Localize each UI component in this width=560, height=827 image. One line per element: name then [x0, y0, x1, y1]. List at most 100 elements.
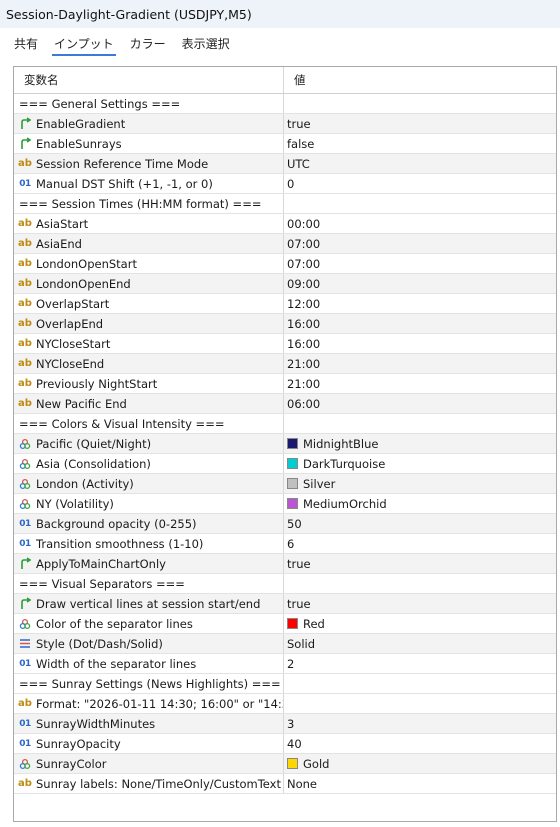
- input-value[interactable]: DarkTurquoise: [303, 457, 385, 471]
- input-row[interactable]: ab LondonOpenStart 07:00: [14, 254, 556, 274]
- value-cell[interactable]: MediumOrchid: [284, 494, 556, 513]
- input-row[interactable]: ab Previously NightStart 21:00: [14, 374, 556, 394]
- value-cell[interactable]: 09:00: [284, 274, 556, 293]
- input-value[interactable]: 09:00: [287, 277, 320, 291]
- input-row[interactable]: London (Activity) Silver: [14, 474, 556, 494]
- input-value[interactable]: 07:00: [287, 257, 320, 271]
- value-cell[interactable]: 07:00: [284, 254, 556, 273]
- color-swatch[interactable]: [287, 478, 298, 489]
- input-row[interactable]: ab Format: "2026-01-11 14:30; 16:00" or "…: [14, 694, 556, 714]
- color-swatch[interactable]: [287, 618, 298, 629]
- value-cell[interactable]: 16:00: [284, 314, 556, 333]
- value-cell[interactable]: 06:00: [284, 394, 556, 413]
- value-cell[interactable]: true: [284, 554, 556, 573]
- input-value[interactable]: 3: [287, 717, 294, 731]
- input-value[interactable]: None: [287, 777, 317, 791]
- input-value[interactable]: MidnightBlue: [303, 437, 378, 451]
- input-value[interactable]: Solid: [287, 637, 315, 651]
- input-value[interactable]: 16:00: [287, 317, 320, 331]
- tab-colors[interactable]: カラー: [128, 35, 168, 56]
- value-cell[interactable]: None: [284, 774, 556, 793]
- input-row[interactable]: ab New Pacific End 06:00: [14, 394, 556, 414]
- value-cell[interactable]: 07:00: [284, 234, 556, 253]
- input-row[interactable]: Style (Dot/Dash/Solid) Solid: [14, 634, 556, 654]
- column-header-value[interactable]: 値: [284, 67, 556, 93]
- value-cell[interactable]: [284, 694, 556, 713]
- value-cell[interactable]: MidnightBlue: [284, 434, 556, 453]
- input-value[interactable]: 07:00: [287, 237, 320, 251]
- input-value[interactable]: 40: [287, 737, 302, 751]
- input-row[interactable]: NY (Volatility) MediumOrchid: [14, 494, 556, 514]
- value-cell[interactable]: true: [284, 114, 556, 133]
- input-row[interactable]: Asia (Consolidation) DarkTurquoise: [14, 454, 556, 474]
- input-value[interactable]: MediumOrchid: [303, 497, 387, 511]
- value-cell[interactable]: 2: [284, 654, 556, 673]
- input-value[interactable]: 50: [287, 517, 302, 531]
- value-cell[interactable]: 16:00: [284, 334, 556, 353]
- color-swatch[interactable]: [287, 758, 298, 769]
- input-row[interactable]: ab AsiaStart 00:00: [14, 214, 556, 234]
- input-value[interactable]: true: [287, 557, 311, 571]
- value-cell[interactable]: DarkTurquoise: [284, 454, 556, 473]
- tab-share[interactable]: 共有: [12, 35, 40, 56]
- input-row[interactable]: EnableSunrays false: [14, 134, 556, 154]
- value-cell[interactable]: 40: [284, 734, 556, 753]
- input-value[interactable]: Gold: [303, 757, 329, 771]
- input-value[interactable]: 2: [287, 657, 294, 671]
- value-cell[interactable]: 0: [284, 174, 556, 193]
- color-swatch[interactable]: [287, 458, 298, 469]
- value-cell[interactable]: false: [284, 134, 556, 153]
- input-value[interactable]: UTC: [287, 157, 310, 171]
- input-row[interactable]: 01 SunrayWidthMinutes 3: [14, 714, 556, 734]
- value-cell[interactable]: Solid: [284, 634, 556, 653]
- value-cell[interactable]: Gold: [284, 754, 556, 773]
- input-value[interactable]: true: [287, 597, 311, 611]
- input-value[interactable]: 16:00: [287, 337, 320, 351]
- input-row[interactable]: ab Session Reference Time Mode UTC: [14, 154, 556, 174]
- input-value[interactable]: true: [287, 117, 311, 131]
- value-cell[interactable]: true: [284, 594, 556, 613]
- value-cell[interactable]: 6: [284, 534, 556, 553]
- input-row[interactable]: ApplyToMainChartOnly true: [14, 554, 556, 574]
- input-row[interactable]: ab Sunray labels: None/TimeOnly/CustomTex…: [14, 774, 556, 794]
- value-cell[interactable]: Red: [284, 614, 556, 633]
- value-cell[interactable]: 21:00: [284, 374, 556, 393]
- input-row[interactable]: 01 Transition smoothness (1-10) 6: [14, 534, 556, 554]
- value-cell[interactable]: 00:00: [284, 214, 556, 233]
- input-value[interactable]: 00:00: [287, 217, 320, 231]
- input-row[interactable]: 01 Background opacity (0-255) 50: [14, 514, 556, 534]
- input-value[interactable]: Silver: [303, 477, 335, 491]
- tab-visibility[interactable]: 表示選択: [180, 35, 232, 56]
- input-row[interactable]: ab LondonOpenEnd 09:00: [14, 274, 556, 294]
- value-cell[interactable]: 12:00: [284, 294, 556, 313]
- input-value[interactable]: 6: [287, 537, 294, 551]
- column-header-name[interactable]: 変数名: [14, 67, 284, 93]
- tab-inputs[interactable]: インプット: [52, 35, 116, 56]
- input-value[interactable]: 21:00: [287, 357, 320, 371]
- input-value[interactable]: 21:00: [287, 377, 320, 391]
- input-value[interactable]: 0: [287, 177, 294, 191]
- input-row[interactable]: 01 SunrayOpacity 40: [14, 734, 556, 754]
- input-row[interactable]: ab NYCloseEnd 21:00: [14, 354, 556, 374]
- input-value[interactable]: Red: [303, 617, 325, 631]
- value-cell[interactable]: Silver: [284, 474, 556, 493]
- input-row[interactable]: 01 Manual DST Shift (+1, -1, or 0) 0: [14, 174, 556, 194]
- input-row[interactable]: Draw vertical lines at session start/end…: [14, 594, 556, 614]
- input-row[interactable]: ab OverlapStart 12:00: [14, 294, 556, 314]
- input-row[interactable]: 01 Width of the separator lines 2: [14, 654, 556, 674]
- value-cell[interactable]: 21:00: [284, 354, 556, 373]
- input-row[interactable]: Pacific (Quiet/Night) MidnightBlue: [14, 434, 556, 454]
- input-value[interactable]: false: [287, 137, 314, 151]
- input-value[interactable]: 06:00: [287, 397, 320, 411]
- input-value[interactable]: 12:00: [287, 297, 320, 311]
- value-cell[interactable]: 3: [284, 714, 556, 733]
- value-cell[interactable]: 50: [284, 514, 556, 533]
- color-swatch[interactable]: [287, 498, 298, 509]
- input-row[interactable]: SunrayColor Gold: [14, 754, 556, 774]
- value-cell[interactable]: UTC: [284, 154, 556, 173]
- input-row[interactable]: Color of the separator lines Red: [14, 614, 556, 634]
- input-row[interactable]: EnableGradient true: [14, 114, 556, 134]
- input-row[interactable]: ab NYCloseStart 16:00: [14, 334, 556, 354]
- color-swatch[interactable]: [287, 438, 298, 449]
- input-row[interactable]: ab OverlapEnd 16:00: [14, 314, 556, 334]
